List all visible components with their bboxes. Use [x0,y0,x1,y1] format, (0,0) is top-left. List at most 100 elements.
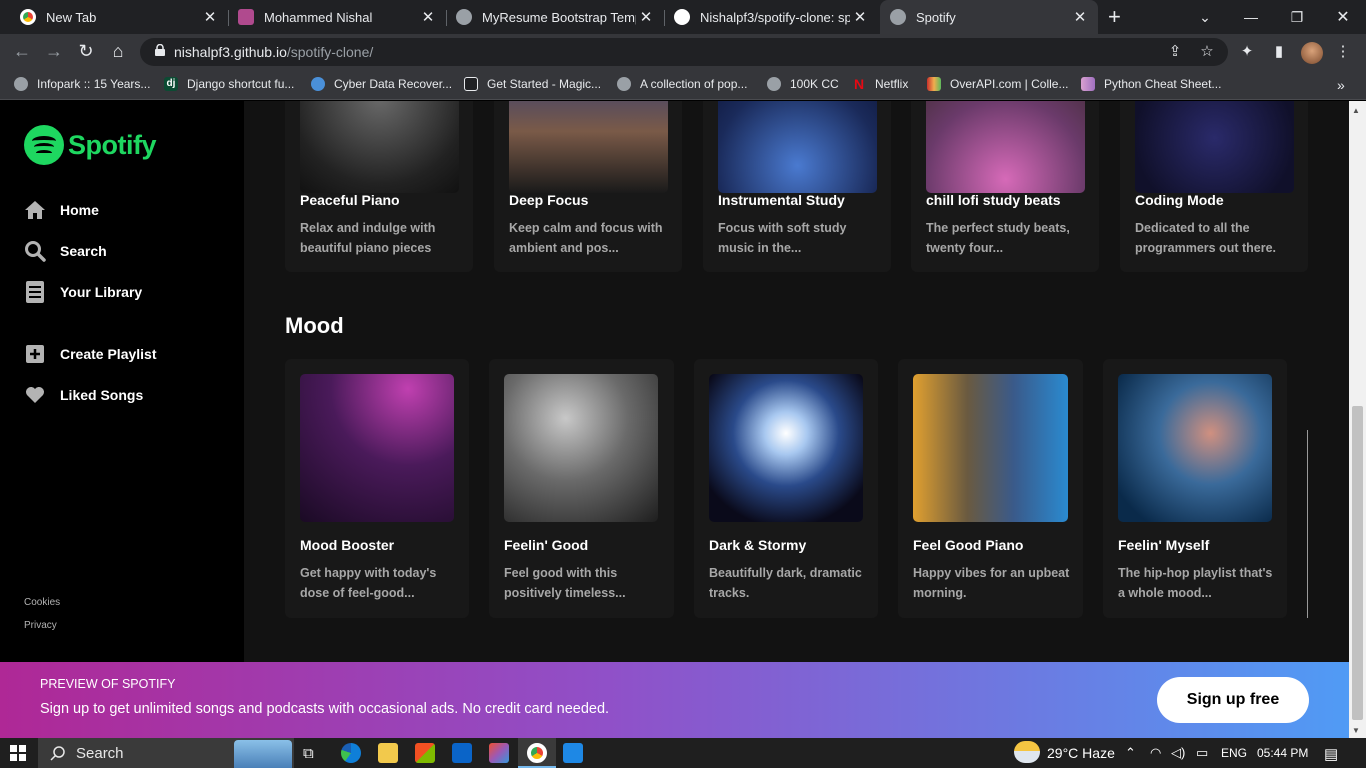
bookmark-star-icon[interactable]: ☆ [1198,43,1216,61]
cloud-icon [311,77,325,91]
sign-up-button[interactable]: Sign up free [1157,677,1309,723]
bookmark-overapi[interactable]: OverAPI.com | Colle... [927,77,1068,91]
close-icon[interactable]: ✕ [418,8,438,26]
task-view-icon[interactable]: ⧉ [303,745,314,762]
close-icon[interactable]: ✕ [850,8,870,26]
extensions-icon[interactable]: ✦ [1238,43,1256,61]
edge-icon[interactable] [341,743,361,763]
tab-spotify[interactable]: Spotify ✕ [880,0,1098,34]
page-scrollbar-thumb[interactable] [1352,406,1363,720]
playlist-card[interactable]: Feelin' Good Feel good with this positive… [489,359,674,618]
microsoft-store-icon[interactable] [415,743,435,763]
spotify-logo[interactable]: Spotify [24,125,157,165]
playlist-title: Feelin' Good [504,537,589,553]
close-icon[interactable]: ✕ [636,8,656,26]
share-icon[interactable]: ⇪ [1166,43,1184,61]
nav-search[interactable]: Search [24,240,107,262]
git-app-icon[interactable] [489,743,509,763]
bookmark-collection[interactable]: A collection of pop... [617,77,747,91]
cookies-link[interactable]: Cookies [24,597,60,608]
chrome-taskbar-active[interactable] [518,738,556,768]
window-close-button[interactable]: ✕ [1320,0,1366,34]
vscode-icon[interactable] [563,743,583,763]
bookmark-netflix[interactable]: N Netflix [852,77,908,91]
liked-songs-button[interactable]: Liked Songs [24,384,143,406]
playlist-card[interactable]: Deep Focus Keep calm and focus with ambie… [494,101,682,272]
url-text: nishalpf3.github.io/spotify-clone/ [174,44,373,60]
playlist-cover [913,374,1068,522]
tab-mohammed-nishal[interactable]: Mohammed Nishal ✕ [228,0,446,34]
scroll-up-arrow-icon[interactable]: ▲ [1352,106,1360,115]
chrome-icon [20,9,36,25]
tab-new-tab[interactable]: New Tab ✕ [0,0,228,34]
close-icon[interactable]: ✕ [200,8,220,26]
clock[interactable]: 05:44 PM [1257,746,1308,760]
playlist-title: Feel Good Piano [913,537,1024,553]
scroll-down-arrow-icon[interactable]: ▼ [1352,726,1360,735]
weather-icon [1014,741,1040,763]
playlist-card[interactable]: Feelin' Myself The hip-hop playlist that… [1103,359,1287,618]
menu-kebab-icon[interactable]: ⋮ [1334,43,1352,61]
tab-title: Spotify [916,9,956,25]
tab-github-spotify-clone[interactable]: Nishalpf3/spotify-clone: spotify ✕ [664,0,878,34]
wifi-icon[interactable]: ◠ [1150,745,1161,761]
taskbar-search-placeholder: Search [76,745,124,762]
battery-icon[interactable]: ▭ [1196,745,1208,761]
url-path: /spotify-clone/ [286,44,374,60]
search-icon [24,240,46,262]
bookmark-cyber-data[interactable]: Cyber Data Recover... [311,77,452,91]
profile-avatar[interactable] [1301,42,1323,64]
chevron-up-icon[interactable]: ⌃ [1125,745,1136,761]
playlist-description: Beautifully dark, dramatic tracks. [709,566,862,600]
taskbar: Search ⧉ 29°C Haze ⌃ ◠ ◁) ▭ ENG 05:44 PM… [0,738,1366,768]
volume-icon[interactable]: ◁) [1171,745,1185,761]
taskbar-search-box[interactable]: Search [38,738,294,768]
playlist-card[interactable]: Instrumental Study Focus with soft study… [703,101,891,272]
mail-icon[interactable] [452,743,472,763]
netflix-icon: N [853,76,865,92]
playlist-card[interactable]: Feel Good Piano Happy vibes for an upbea… [898,359,1083,618]
playlist-cover [1118,374,1272,522]
magic-icon [464,77,478,91]
address-bar[interactable]: nishalpf3.github.io/spotify-clone/ ⇪ ☆ [140,38,1228,66]
playlist-card[interactable]: Mood Booster Get happy with today's dose … [285,359,469,618]
bookmark-django[interactable]: dj Django shortcut fu... [164,77,294,91]
notifications-icon[interactable]: ▤ [1324,745,1338,763]
restore-button[interactable]: ❐ [1274,0,1320,34]
action-label: Liked Songs [60,387,144,403]
reload-button[interactable]: ↻ [74,41,98,62]
privacy-link[interactable]: Privacy [24,620,57,631]
tab-myresume[interactable]: MyResume Bootstrap Template ✕ [446,0,664,34]
playlist-card[interactable]: Coding Mode Dedicated to all the programm… [1120,101,1308,272]
bookmarks-bar: Infopark :: 15 Years... dj Django shortcu… [0,70,1366,100]
more-bookmarks-chevron-icon[interactable]: » [1337,77,1345,93]
new-tab-button[interactable]: + [1108,4,1121,30]
playlist-card[interactable]: Dark & Stormy Beautifully dark, dramatic… [694,359,878,618]
forward-button[interactable]: → [42,41,66,62]
playlist-cover [504,374,658,522]
home-button[interactable]: ⌂ [106,41,130,62]
playlist-card[interactable]: chill lofi study beats The perfect study… [911,101,1099,272]
weather-text[interactable]: 29°C Haze [1047,745,1115,761]
search-icon [50,746,65,761]
bookmark-100k-cc[interactable]: 100K CC [767,77,839,91]
bookmark-python-cheat-sheet[interactable]: Python Cheat Sheet... [1081,77,1221,91]
nav-home[interactable]: Home [24,199,99,221]
nav-your-library[interactable]: Your Library [24,281,142,303]
playlist-card[interactable]: Peaceful Piano Relax and indulge with bea… [285,101,473,272]
minimize-button[interactable]: — [1228,0,1274,34]
close-icon[interactable]: ✕ [1070,8,1090,26]
bookmark-label: 100K CC [790,77,839,91]
side-panel-icon[interactable]: ▮ [1270,43,1288,61]
url-domain: nishalpf3.github.io [174,44,287,60]
globe-icon [617,77,631,91]
spotify-logo-icon [24,125,64,165]
bookmark-infopark[interactable]: Infopark :: 15 Years... [14,77,150,91]
back-button[interactable]: ← [10,41,34,62]
windows-start-icon[interactable] [10,745,26,761]
bookmark-magic[interactable]: Get Started - Magic... [464,77,601,91]
create-playlist-button[interactable]: Create Playlist [24,343,157,365]
tab-search-button[interactable]: ⌄ [1182,0,1228,34]
language-indicator[interactable]: ENG [1221,746,1247,760]
file-explorer-icon[interactable] [378,743,398,763]
